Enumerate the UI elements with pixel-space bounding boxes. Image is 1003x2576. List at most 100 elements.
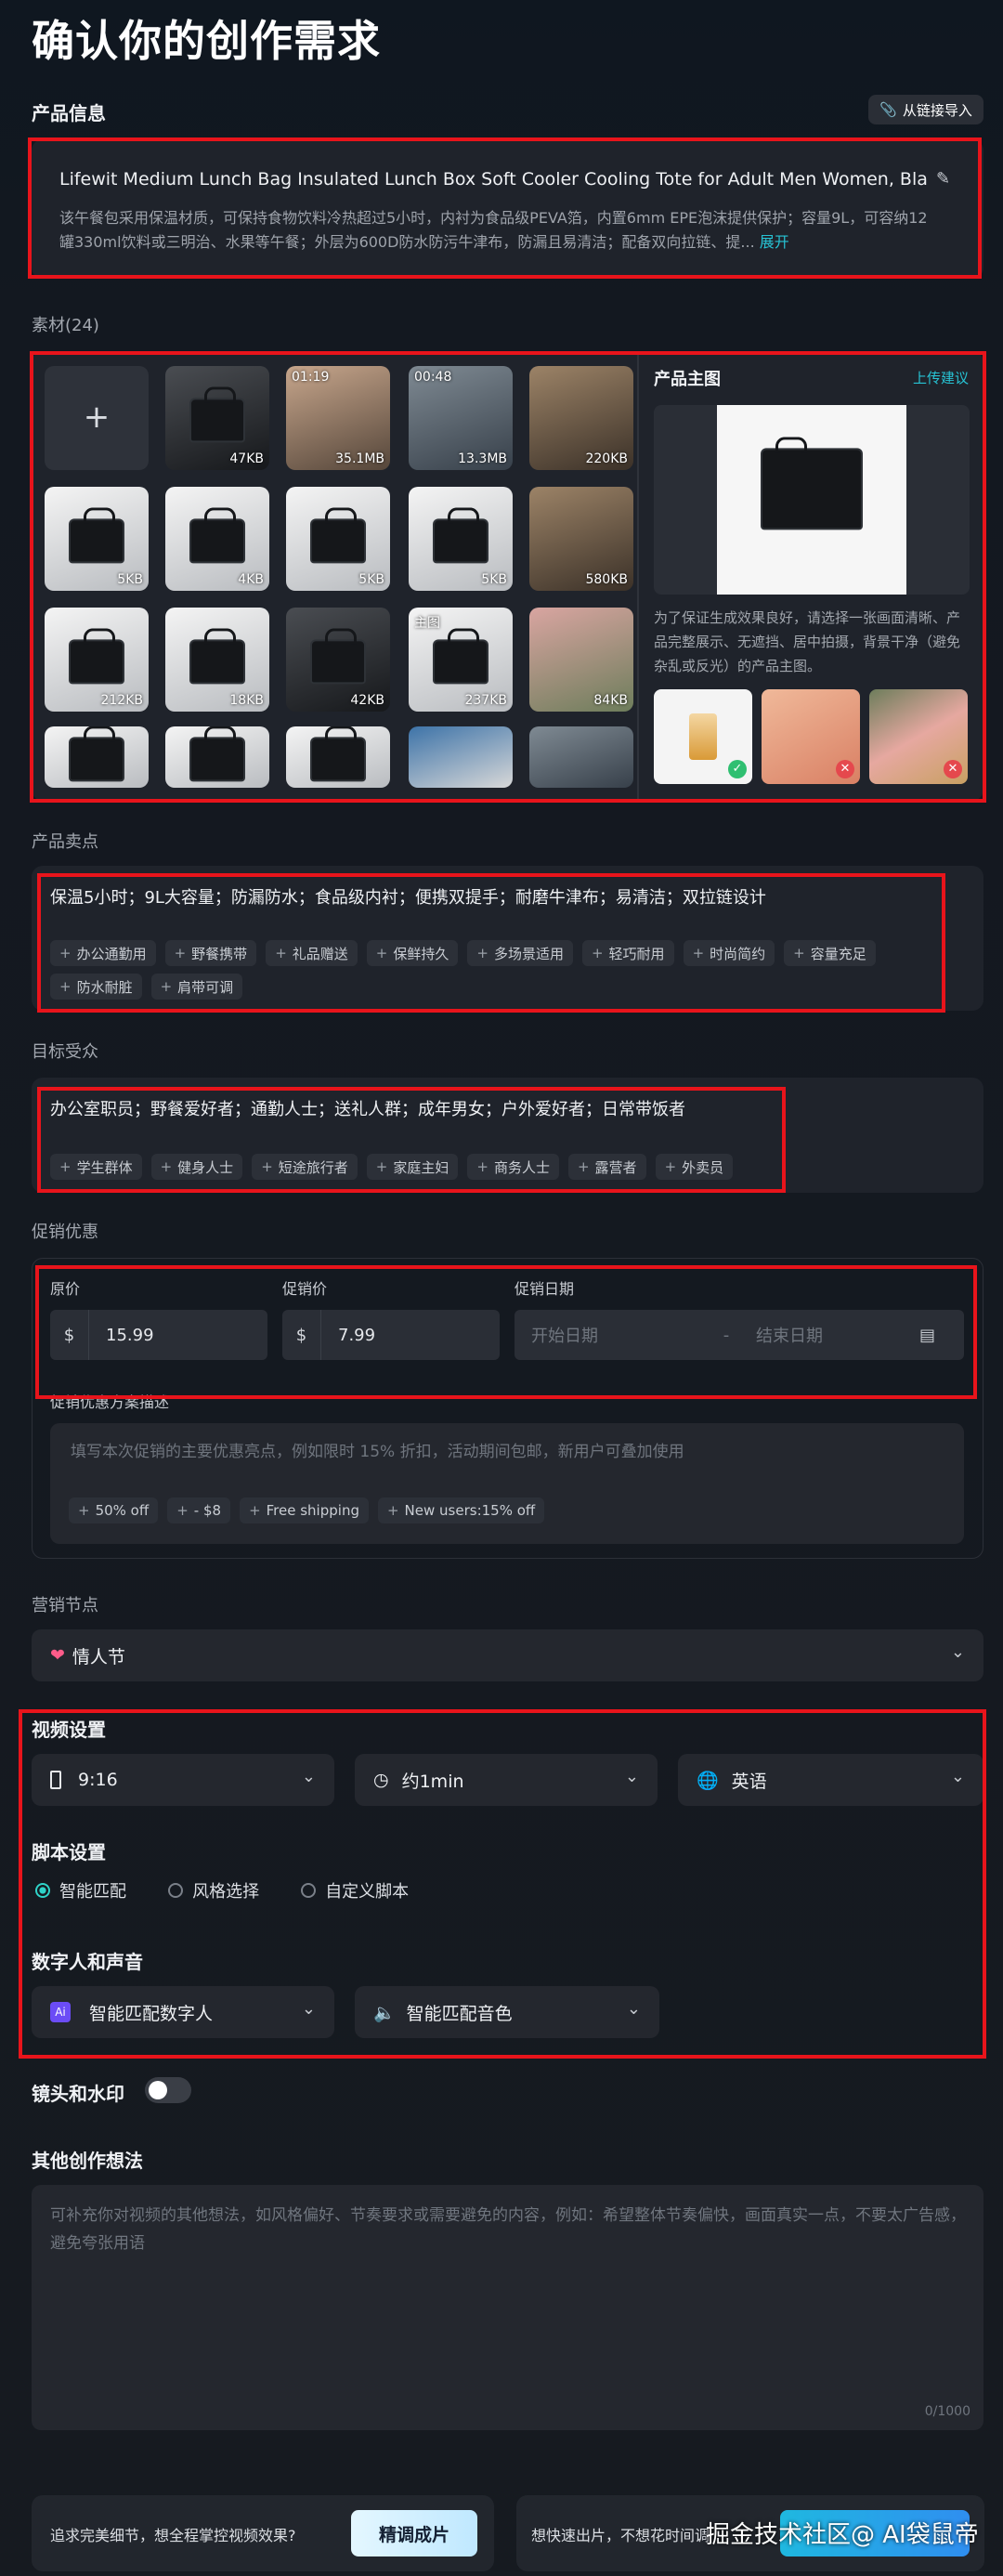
material-thumbnail[interactable] bbox=[286, 726, 390, 788]
material-thumbnail[interactable]: 42KB bbox=[286, 608, 390, 712]
edit-icon[interactable]: ✎ bbox=[936, 169, 950, 189]
language-value: 英语 bbox=[731, 1771, 767, 1792]
audience-chips: + 学生群体 + 健身人士 + 短途旅行者 + 家庭主妇 + 商务人士 + 露营者 + 外卖员 bbox=[50, 1154, 793, 1187]
promo-chip[interactable]: + New users:15% off bbox=[377, 1497, 545, 1523]
calendar-icon[interactable]: ▤ bbox=[919, 1326, 935, 1345]
main-image-frame[interactable] bbox=[654, 405, 970, 595]
selling-point-chip[interactable]: + 轻巧耐用 bbox=[581, 940, 674, 966]
selling-point-chip-label: 防水耐脏 bbox=[76, 978, 133, 996]
audience-chip-label: 学生群体 bbox=[76, 1158, 133, 1176]
selling-point-chip[interactable]: + 多场景适用 bbox=[467, 940, 573, 966]
audience-chip[interactable]: + 健身人士 bbox=[150, 1154, 243, 1180]
selling-point-chip[interactable]: + 容量充足 bbox=[784, 940, 876, 966]
audience-chip[interactable]: + 外卖员 bbox=[655, 1154, 734, 1180]
selling-point-chip[interactable]: + 时尚简约 bbox=[683, 940, 775, 966]
material-thumbnail[interactable]: 47KB bbox=[165, 366, 269, 470]
selling-point-chip-label: 肩带可调 bbox=[177, 978, 234, 996]
lunch-bag-image bbox=[189, 726, 245, 782]
promo-chip[interactable]: + - $8 bbox=[167, 1497, 231, 1523]
script-option-smart[interactable]: 智能匹配 bbox=[35, 1878, 126, 1903]
import-from-link-button[interactable]: 📎 从链接导入 bbox=[868, 95, 983, 124]
marketing-node-select[interactable]: ❤ 情人节 ⌄ bbox=[32, 1629, 983, 1681]
check-icon: ✓ bbox=[728, 760, 747, 778]
main-image-heading: 产品主图 bbox=[654, 370, 721, 389]
audience-chip-label: 健身人士 bbox=[177, 1158, 234, 1176]
plus-icon: + bbox=[476, 945, 488, 961]
material-thumbnail[interactable] bbox=[45, 726, 149, 788]
promo-price-field[interactable]: $ 7.99 bbox=[282, 1310, 500, 1360]
material-thumbnail[interactable] bbox=[409, 726, 513, 788]
promo-chips: +50% off + - $8 + Free shipping + New users:15… bbox=[69, 1497, 554, 1531]
lunch-bag-image bbox=[310, 628, 366, 685]
file-size: 5KB bbox=[117, 572, 143, 587]
refine-button[interactable]: 精调成片 bbox=[351, 2510, 477, 2556]
material-thumbnail[interactable]: 主图 237KB bbox=[409, 608, 513, 712]
product-title: Lifewit Medium Lunch Bag Insulated Lunch… bbox=[59, 169, 928, 190]
duration-select[interactable]: ◷ 约1min ⌄ bbox=[355, 1754, 658, 1806]
material-thumbnail[interactable]: 5KB bbox=[286, 487, 390, 591]
material-thumbnail[interactable]: 00:48 13.3MB bbox=[409, 366, 513, 470]
add-material-button[interactable]: + bbox=[45, 366, 149, 470]
selling-point-chip-label: 野餐携带 bbox=[191, 945, 248, 962]
aspect-ratio-select[interactable]: 9:16 ⌄ bbox=[32, 1754, 334, 1806]
lunch-bag-image bbox=[189, 507, 245, 564]
main-image-note: 为了保证生成效果良好，请选择一张画面清晰、产品完整展示、无遮挡、居中拍摄，背景干… bbox=[654, 609, 961, 674]
other-ideas-input[interactable]: 可补充你对视频的其他想法，如风格偏好、节奏要求或需要避免的内容，例如：希望整体节… bbox=[32, 2185, 983, 2430]
selling-point-chip[interactable]: + 野餐携带 bbox=[164, 940, 257, 966]
expand-link[interactable]: 展开 bbox=[760, 233, 789, 251]
selling-point-chip[interactable]: + 办公通勤用 bbox=[50, 940, 156, 966]
promo-chip-label: 50% off bbox=[95, 1502, 150, 1519]
other-ideas-placeholder: 可补充你对视频的其他想法，如风格偏好、节奏要求或需要避免的内容，例如：希望整体节… bbox=[50, 2206, 966, 2253]
product-info-heading: 产品信息 bbox=[32, 102, 106, 124]
voice-select[interactable]: 🔈 智能匹配音色 ⌄ bbox=[355, 1986, 659, 2038]
currency-symbol: $ bbox=[282, 1310, 321, 1360]
material-thumbnail[interactable]: 01:19 35.1MB bbox=[286, 366, 390, 470]
watermark-text: 掘金技术社区@ AI袋鼠帝 bbox=[706, 2521, 979, 2549]
material-thumbnail[interactable]: 5KB bbox=[45, 487, 149, 591]
promo-chip[interactable]: +50% off bbox=[69, 1497, 159, 1523]
audience-chip[interactable]: + 露营者 bbox=[567, 1154, 646, 1180]
chevron-down-icon: ⌄ bbox=[950, 1767, 965, 1786]
date-range-field[interactable]: 开始日期 - 结束日期 ▤ bbox=[515, 1310, 964, 1360]
plus-icon: + bbox=[577, 1158, 590, 1175]
lunch-bag-image bbox=[310, 726, 366, 782]
lunch-bag-image bbox=[433, 507, 488, 564]
upload-tip-link[interactable]: 上传建议 bbox=[913, 368, 969, 387]
material-thumbnail[interactable]: 580KB bbox=[529, 487, 633, 591]
selling-point-chip[interactable]: + 保鲜持久 bbox=[366, 940, 459, 966]
promo-desc-input[interactable]: 填写本次促销的主要优惠亮点，例如限时 15% 折扣，活动期间包邮，新用户可叠加使… bbox=[50, 1423, 964, 1544]
original-price-field[interactable]: $ 15.99 bbox=[50, 1310, 267, 1360]
file-size: 13.3MB bbox=[458, 451, 507, 466]
voice-value: 智能匹配音色 bbox=[406, 2003, 513, 2024]
plus-icon: + bbox=[59, 978, 72, 995]
promo-chip[interactable]: + Free shipping bbox=[240, 1497, 369, 1523]
script-option-custom[interactable]: 自定义脚本 bbox=[301, 1878, 409, 1903]
materials-heading: 素材(24) bbox=[32, 316, 99, 335]
material-thumbnail[interactable]: 18KB bbox=[165, 608, 269, 712]
perfume-image bbox=[689, 713, 717, 760]
material-thumbnail[interactable]: 5KB bbox=[409, 487, 513, 591]
material-thumbnail[interactable] bbox=[529, 726, 633, 788]
selling-point-chip-label: 多场景适用 bbox=[493, 945, 564, 962]
selling-point-chip[interactable]: + 礼品赠送 bbox=[266, 940, 358, 966]
plus-icon: + bbox=[476, 1158, 488, 1175]
selling-point-chip[interactable]: + 防水耐脏 bbox=[50, 974, 142, 1000]
material-thumbnail[interactable]: 84KB bbox=[529, 608, 633, 712]
audience-chip[interactable]: + 商务人士 bbox=[467, 1154, 559, 1180]
script-option-style[interactable]: 风格选择 bbox=[168, 1878, 259, 1903]
plus-icon: + bbox=[386, 1502, 399, 1519]
material-thumbnail[interactable] bbox=[165, 726, 269, 788]
globe-icon: 🌐 bbox=[697, 1770, 719, 1791]
plus-icon: + bbox=[176, 1502, 189, 1519]
selling-point-chip[interactable]: + 肩带可调 bbox=[150, 974, 243, 1000]
material-thumbnail[interactable]: 212KB bbox=[45, 608, 149, 712]
material-thumbnail[interactable]: 220KB bbox=[529, 366, 633, 470]
audience-chip[interactable]: + 短途旅行者 bbox=[252, 1154, 358, 1180]
avatar-select[interactable]: Ai 智能匹配数字人 ⌄ bbox=[32, 1986, 334, 2038]
material-thumbnail[interactable]: 4KB bbox=[165, 487, 269, 591]
audience-chip[interactable]: + 学生群体 bbox=[50, 1154, 142, 1180]
audience-chip[interactable]: + 家庭主妇 bbox=[366, 1154, 459, 1180]
file-size: 4KB bbox=[238, 572, 264, 587]
lens-watermark-toggle[interactable] bbox=[145, 2077, 191, 2103]
language-select[interactable]: 🌐 英语 ⌄ bbox=[678, 1754, 983, 1806]
